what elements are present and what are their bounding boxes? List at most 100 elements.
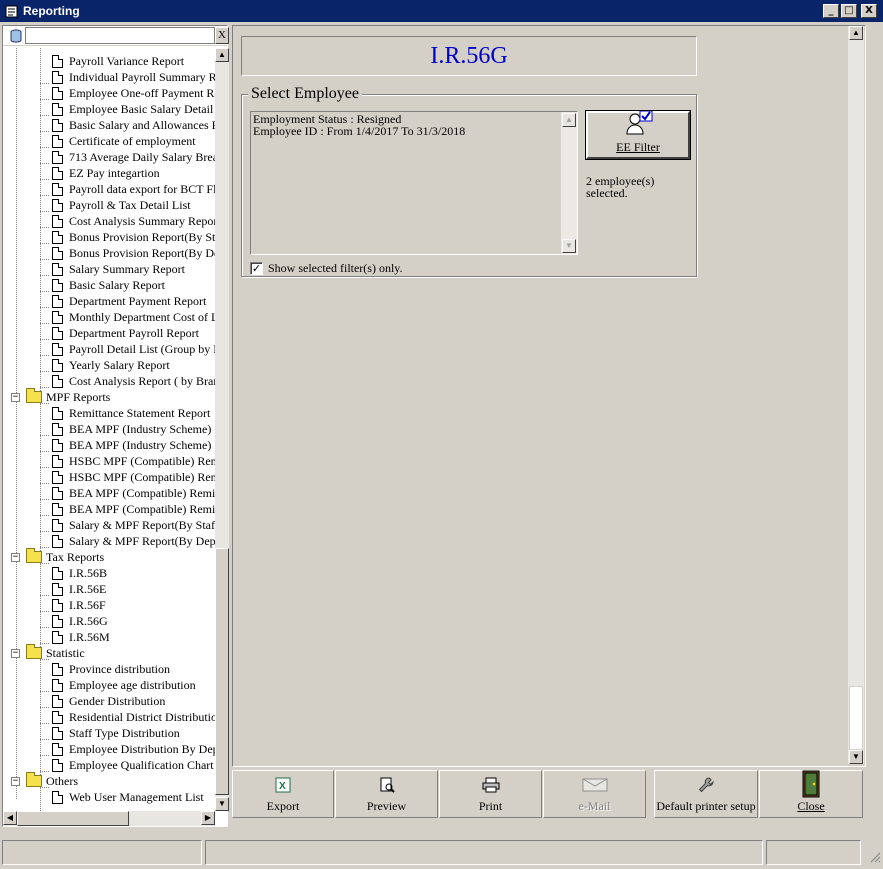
tree-horizontal-scrollbar[interactable]: ◀ ▶ — [3, 811, 215, 826]
scroll-down-icon[interactable]: ▼ — [849, 750, 863, 764]
tree-report-item[interactable]: Web User Management List — [52, 789, 204, 805]
tree-report-item[interactable]: Payroll Variance Report — [52, 53, 184, 69]
tree-report-item[interactable]: Certificate of employment — [52, 133, 196, 149]
tree-report-item[interactable]: Bonus Provision Report(By De — [52, 245, 215, 261]
print-button[interactable]: Print — [439, 770, 542, 818]
door-icon — [801, 770, 821, 798]
scroll-up-icon[interactable]: ▲ — [562, 113, 576, 127]
show-selected-only-row[interactable]: ✓ Show selected filter(s) only. — [250, 261, 403, 276]
tree-report-item[interactable]: Individual Payroll Summary Re — [52, 69, 215, 85]
scroll-left-icon[interactable]: ◀ — [3, 811, 17, 825]
ee-filter-button[interactable]: EE Filter — [585, 110, 691, 160]
show-selected-only-label[interactable]: Show selected filter(s) only. — [268, 261, 403, 276]
tree-folder[interactable]: − Tax Reports — [11, 548, 104, 565]
tree-report-item[interactable]: I.R.56F — [52, 597, 106, 613]
tree-hscroll-thumb[interactable] — [17, 811, 129, 826]
tree-report-item[interactable]: Province distribution — [52, 661, 170, 677]
tree-report-item[interactable]: BEA MPF (Compatible) Remit — [52, 501, 215, 517]
folder-icon — [26, 644, 42, 659]
scroll-up-icon[interactable]: ▲ — [849, 26, 863, 40]
tree-report-item[interactable]: Salary & MPF Report(By Staff — [52, 517, 215, 533]
tree-item-label: Department Payroll Report — [69, 325, 199, 340]
default-printer-setup-button[interactable]: Default printer setup — [654, 770, 758, 818]
tree-report-item[interactable]: BEA MPF (Industry Scheme) R — [52, 437, 215, 453]
document-icon — [52, 246, 63, 260]
tree-report-item[interactable]: Basic Salary and Allowances R — [52, 117, 215, 133]
preview-button[interactable]: Preview — [335, 770, 438, 818]
selected-count-line: selected. — [586, 186, 628, 200]
tree-folder[interactable]: − MPF Reports — [11, 388, 110, 405]
minimize-button[interactable]: _ — [823, 4, 839, 18]
tree-report-item[interactable]: BEA MPF (Industry Scheme) C — [52, 421, 215, 437]
tree-report-item[interactable]: Salary & MPF Report(By Dept — [52, 533, 215, 549]
tree-report-item[interactable]: BEA MPF (Compatible) Remit — [52, 485, 215, 501]
tree-report-item[interactable]: HSBC MPF (Compatible) Rem — [52, 469, 215, 485]
preview-icon — [379, 776, 395, 794]
tree-vscroll-thumb[interactable] — [215, 548, 229, 795]
document-icon — [52, 406, 63, 420]
email-button[interactable]: e-Mail — [543, 770, 646, 818]
collapse-icon[interactable]: − — [11, 552, 20, 562]
tree-report-item[interactable]: Salary Summary Report — [52, 261, 185, 277]
close-button[interactable]: Close — [759, 770, 863, 818]
tree-report-item[interactable]: Payroll data export for BCT Fl — [52, 181, 215, 197]
tree-report-item[interactable]: Remittance Statement Report — [52, 405, 210, 421]
tree-item-label: Payroll Detail List (Group by P — [69, 341, 215, 356]
collapse-icon[interactable]: − — [11, 776, 20, 786]
tree-report-item[interactable]: Cost Analysis Summary Repor — [52, 213, 215, 229]
tree-folder[interactable]: − Statistic — [11, 644, 85, 661]
tree-report-item[interactable]: Residential District Distribution — [52, 709, 215, 725]
scroll-right-icon[interactable]: ▶ — [201, 811, 215, 825]
close-window-button[interactable]: X — [861, 4, 877, 18]
scroll-down-icon[interactable]: ▼ — [215, 797, 229, 811]
tree-report-item[interactable]: Employee Basic Salary Detail F — [52, 101, 215, 117]
tree-report-item[interactable]: Employee Distribution By Dep — [52, 741, 215, 757]
tree-report-item[interactable]: Payroll Detail List (Group by P — [52, 341, 215, 357]
tree-report-item[interactable]: Bonus Provision Report(By Sta — [52, 229, 215, 245]
preview-label: Preview — [366, 799, 407, 813]
tree-report-item[interactable]: Yearly Salary Report — [52, 357, 170, 373]
main-vertical-scrollbar[interactable]: ▲ ▼ — [848, 26, 864, 764]
tree-report-item[interactable]: EZ Pay integartion — [52, 165, 160, 181]
tree-report-item[interactable]: I.R.56M — [52, 629, 110, 645]
show-selected-only-checkbox[interactable]: ✓ — [250, 262, 263, 275]
tree-report-item[interactable]: I.R.56B — [52, 565, 107, 581]
tree-report-item[interactable]: Department Payment Report — [52, 293, 206, 309]
tree-search-input[interactable] — [25, 27, 215, 44]
tree-item-label: Certificate of employment — [69, 133, 196, 148]
tree-report-item[interactable]: I.R.56E — [52, 581, 106, 597]
tree-report-item[interactable]: Employee One-off Payment Re — [52, 85, 215, 101]
tree-report-item[interactable]: Employee Qualification Chart — [52, 757, 214, 773]
maximize-button[interactable]: □ — [841, 4, 857, 18]
document-icon — [52, 294, 63, 308]
folder-icon — [26, 388, 42, 403]
tree-report-item[interactable]: Cost Analysis Report ( by Bran — [52, 373, 215, 389]
filter-summary-memo[interactable]: Employment Status : Resigned Employee ID… — [250, 111, 578, 255]
tree-vertical-scrollbar[interactable]: ▲ ▼ — [215, 48, 229, 811]
main-vscroll-thumb[interactable] — [849, 686, 863, 750]
scroll-down-icon[interactable]: ▼ — [562, 239, 576, 253]
tree-report-item[interactable]: Gender Distribution — [52, 693, 165, 709]
tree-report-item[interactable]: Monthly Department Cost of L — [52, 309, 215, 325]
tree-report-item[interactable]: Payroll & Tax Detail List — [52, 197, 191, 213]
collapse-icon[interactable]: − — [11, 648, 20, 658]
tree-item-label: BEA MPF (Compatible) Remit — [69, 485, 215, 500]
clear-search-button[interactable]: X — [215, 27, 229, 44]
wrench-icon — [698, 776, 714, 794]
resize-grip-icon[interactable] — [869, 851, 881, 867]
tree-report-item[interactable]: Staff Type Distribution — [52, 725, 180, 741]
tree-report-item[interactable]: I.R.56G — [52, 613, 108, 629]
scroll-up-icon[interactable]: ▲ — [215, 48, 229, 62]
collapse-icon[interactable]: − — [11, 392, 20, 402]
employee-filter-icon — [623, 110, 653, 140]
tree-report-item[interactable]: 713 Average Daily Salary Brea — [52, 149, 215, 165]
tree-folder[interactable]: − Others — [11, 772, 78, 789]
document-icon — [52, 582, 63, 596]
memo-vertical-scrollbar[interactable]: ▲ ▼ — [561, 112, 577, 254]
tree-report-item[interactable]: Department Payroll Report — [52, 325, 199, 341]
tree-item-label: Bonus Provision Report(By De — [69, 245, 215, 260]
tree-report-item[interactable]: Basic Salary Report — [52, 277, 165, 293]
tree-report-item[interactable]: HSBC MPF (Compatible) Rem — [52, 453, 215, 469]
export-button[interactable]: X Export — [232, 770, 334, 818]
tree-report-item[interactable]: Employee age distribution — [52, 677, 196, 693]
